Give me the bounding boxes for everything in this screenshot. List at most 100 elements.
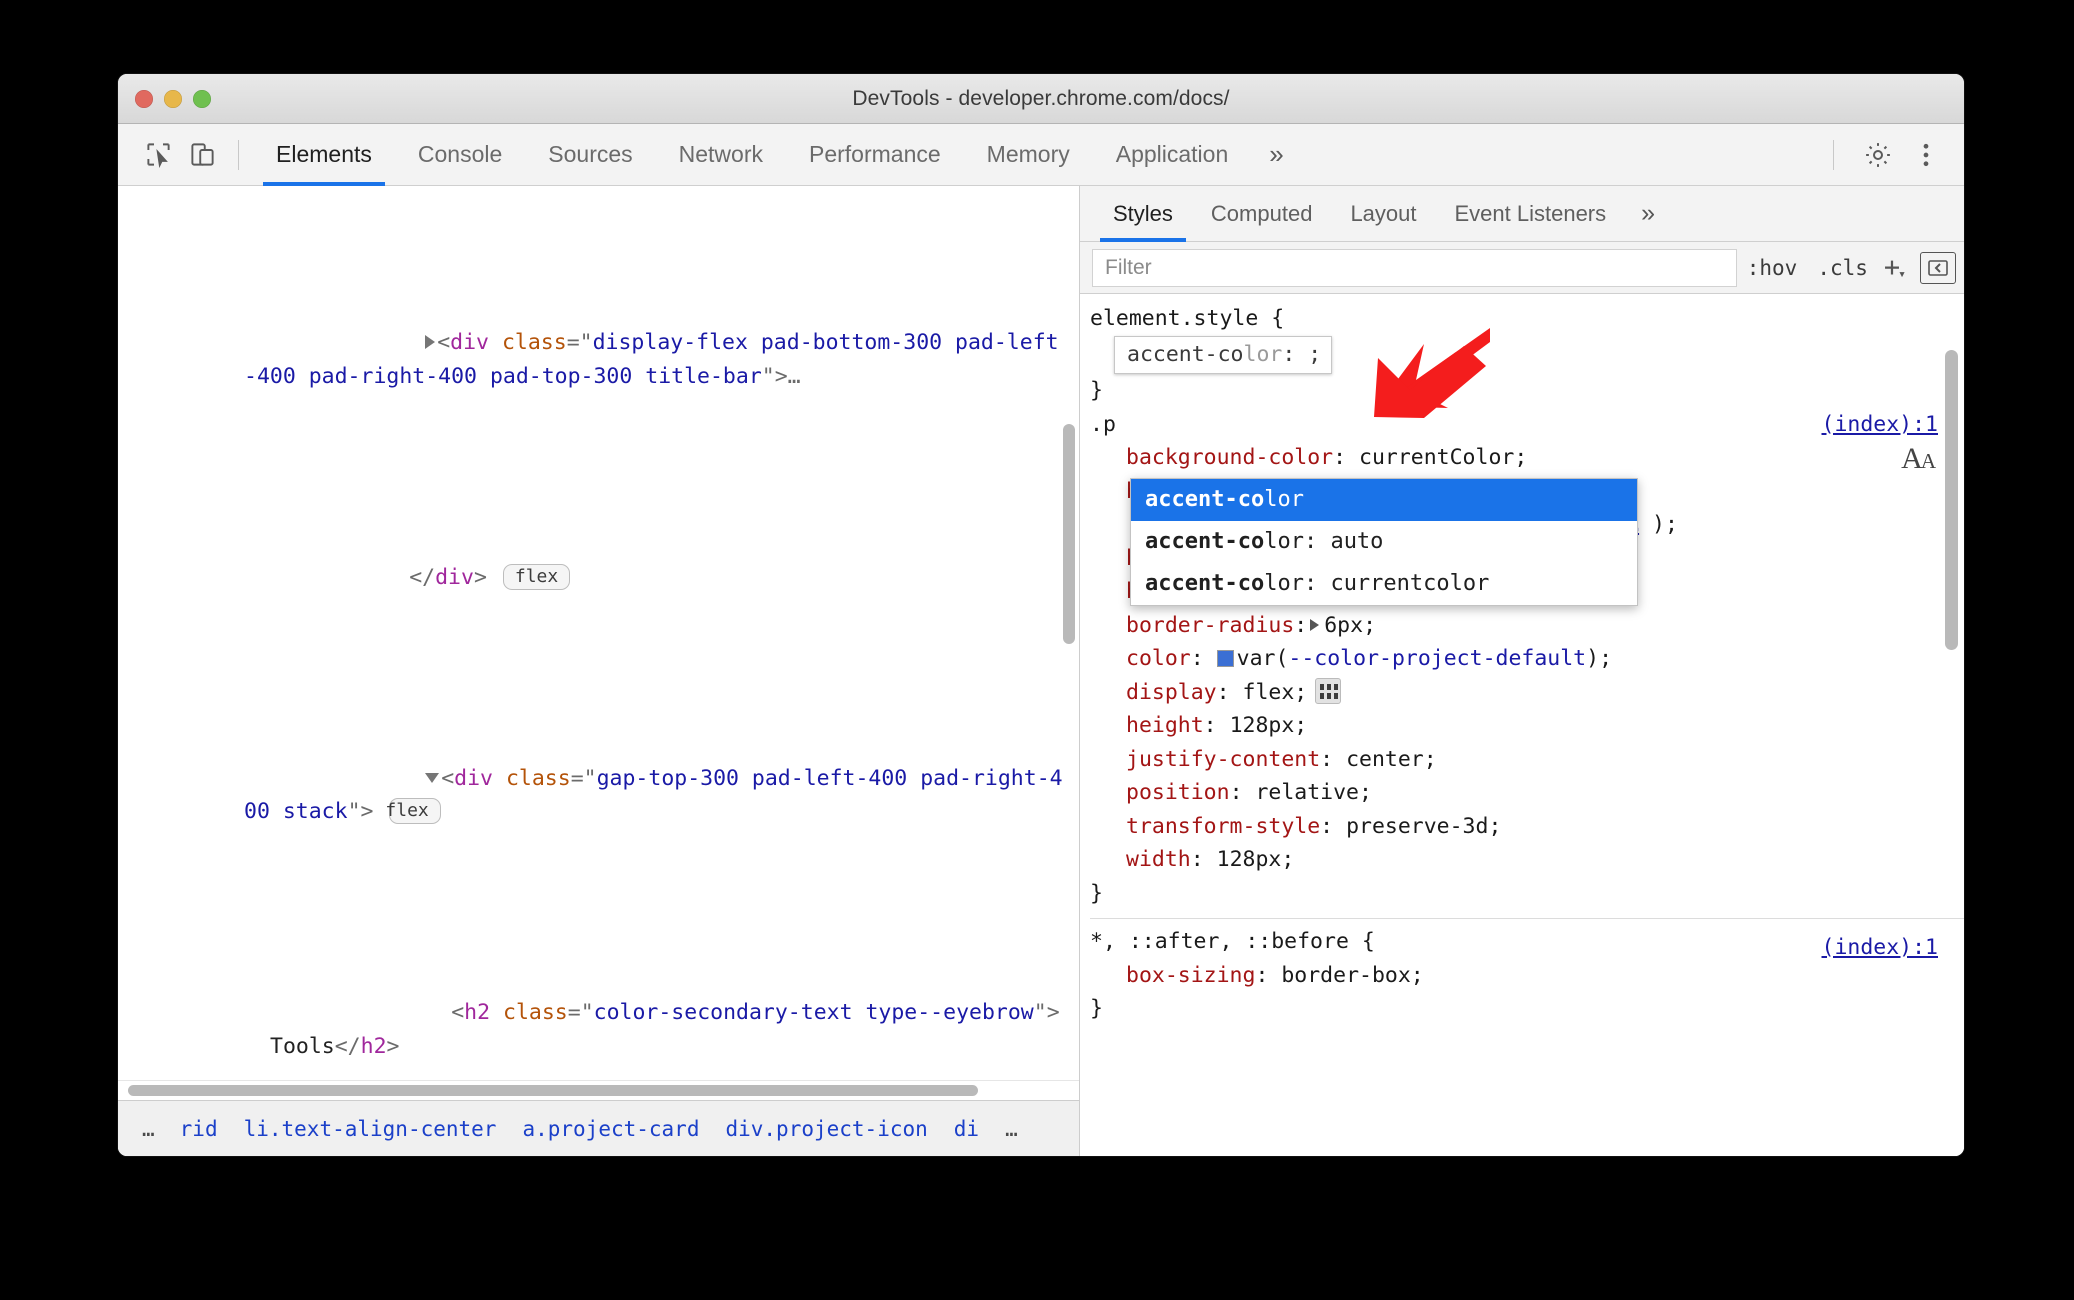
- breadcrumb-item-div-cover[interactable]: di: [941, 1117, 992, 1141]
- tabs-overflow-button[interactable]: »: [1251, 124, 1301, 185]
- style-source-link[interactable]: (index):1: [1822, 931, 1939, 965]
- gear-icon[interactable]: [1854, 131, 1902, 179]
- property-name[interactable]: border-radius: [1126, 613, 1294, 638]
- property-value[interactable]: currentColor: [1359, 445, 1514, 470]
- new-style-rule-button[interactable]: + ▾: [1878, 249, 1914, 287]
- tag-name: h2: [360, 1033, 387, 1059]
- tab-styles[interactable]: Styles: [1094, 186, 1192, 242]
- declaration-display[interactable]: display: flex;: [1090, 676, 1964, 710]
- property-name[interactable]: height: [1126, 713, 1204, 738]
- declaration-position[interactable]: position: relative;: [1090, 776, 1964, 810]
- style-source-link[interactable]: (index):1: [1822, 408, 1939, 442]
- property-value[interactable]: relative: [1255, 780, 1359, 805]
- tab-memory[interactable]: Memory: [964, 124, 1093, 185]
- property-name[interactable]: transform-style: [1126, 814, 1320, 839]
- property-name[interactable]: width: [1126, 847, 1191, 872]
- property-name[interactable]: position: [1126, 780, 1230, 805]
- flex-badge[interactable]: flex: [502, 563, 571, 590]
- property-value[interactable]: 128px: [1217, 847, 1282, 872]
- property-name[interactable]: justify-content: [1126, 747, 1320, 772]
- tab-layout-label: Layout: [1350, 200, 1417, 226]
- minimize-window-button[interactable]: [164, 89, 182, 108]
- collapse-triangle-icon[interactable]: [425, 773, 440, 783]
- property-name[interactable]: background-color: [1126, 445, 1333, 470]
- scrollbar-thumb[interactable]: [128, 1085, 978, 1096]
- tab-styles-label: Styles: [1113, 200, 1173, 226]
- tag-name: h2: [464, 1000, 491, 1025]
- flexbox-editor-icon[interactable]: [1315, 677, 1342, 704]
- declaration-justify-content[interactable]: justify-content: center;: [1090, 743, 1964, 777]
- autocomplete-item-accent-color-currentcolor[interactable]: accent-co lor: currentcolor: [1131, 563, 1637, 605]
- breadcrumb-item-li[interactable]: li.text-align-center: [231, 1117, 510, 1141]
- tab-application[interactable]: Application: [1093, 124, 1252, 185]
- breadcrumb-item-grid[interactable]: rid: [167, 1117, 231, 1141]
- declaration-transform-style[interactable]: transform-style: preserve-3d;: [1090, 810, 1964, 844]
- accent-color-editing-field[interactable]: accent-color: ;: [1114, 335, 1333, 374]
- property-name[interactable]: box-sizing: [1126, 963, 1255, 988]
- tab-event-listeners[interactable]: Event Listeners: [1436, 186, 1626, 241]
- dom-line-close[interactable]: </div> flex: [118, 527, 1079, 628]
- breadcrumb-overflow[interactable]: …: [132, 1117, 167, 1141]
- color-swatch[interactable]: [1216, 650, 1234, 667]
- expand-triangle-icon[interactable]: [425, 334, 436, 349]
- breadcrumb-item-div-project-icon[interactable]: div.project-icon: [712, 1117, 940, 1141]
- property-name[interactable]: display: [1126, 680, 1217, 705]
- hov-button[interactable]: :hov: [1737, 249, 1808, 287]
- css-property-autocomplete[interactable]: accent-co lor accent-co lor: auto accent-c…: [1130, 478, 1638, 606]
- tab-layout[interactable]: Layout: [1331, 186, 1435, 241]
- sidebar-tabs-overflow-button[interactable]: »: [1625, 186, 1671, 241]
- maximize-window-button[interactable]: [193, 89, 211, 108]
- autocomplete-item-accent-color[interactable]: accent-co lor: [1131, 479, 1637, 521]
- property-name[interactable]: color: [1126, 646, 1191, 671]
- property-value[interactable]: flex: [1243, 680, 1295, 705]
- style-rule-header[interactable]: .p (index):1: [1090, 408, 1964, 442]
- styles-content[interactable]: element.style { accent-color: ; } .p (in…: [1080, 294, 1964, 1156]
- declaration-height[interactable]: height: 128px;: [1090, 709, 1964, 743]
- declaration-width[interactable]: width: 128px;: [1090, 843, 1964, 877]
- device-toolbar-icon[interactable]: [180, 133, 224, 177]
- kebab-menu-icon[interactable]: [1902, 131, 1950, 179]
- property-value[interactable]: center: [1346, 747, 1424, 772]
- tag-name: div: [435, 564, 474, 590]
- tab-computed-label: Computed: [1210, 200, 1313, 226]
- declaration-border-radius[interactable]: border-radius: 6px;: [1090, 609, 1964, 643]
- tab-network-label: Network: [678, 141, 763, 167]
- flex-badge[interactable]: flex: [385, 798, 441, 824]
- styles-vertical-scrollbar[interactable]: [1945, 350, 1958, 650]
- styles-filter-bar: Filter :hov .cls + ▾: [1080, 242, 1964, 294]
- dom-line[interactable]: <div class="gap-top-300 pad-left-400 pad…: [118, 728, 1079, 862]
- property-value[interactable]: 6px: [1324, 613, 1363, 638]
- tab-performance[interactable]: Performance: [786, 124, 964, 185]
- tab-elements[interactable]: Elements: [253, 124, 395, 186]
- style-rule-header[interactable]: *, ::after, ::before { (index):1: [1090, 925, 1964, 960]
- inspect-element-icon[interactable]: [136, 133, 180, 177]
- breadcrumb-item-a[interactable]: a.project-card: [509, 1117, 712, 1141]
- style-rule-selector[interactable]: .p: [1090, 412, 1116, 437]
- toggle-sidebar-icon[interactable]: [1920, 251, 1956, 284]
- dom-line[interactable]: <h2 class="color-secondary-text type--ey…: [118, 963, 1079, 1081]
- tab-computed[interactable]: Computed: [1192, 186, 1332, 241]
- tab-sources[interactable]: Sources: [525, 124, 655, 185]
- autocomplete-item-accent-color-auto[interactable]: accent-co lor: auto: [1131, 521, 1637, 563]
- css-variable-name[interactable]: --color-project-default: [1288, 646, 1586, 671]
- dom-tree[interactable]: <div class="display-flex pad-bottom-300 …: [118, 186, 1079, 1080]
- declaration-background-color[interactable]: background-color: currentColor;: [1090, 441, 1964, 475]
- expand-triangle-icon[interactable]: [1310, 618, 1320, 631]
- property-value[interactable]: border-box: [1281, 963, 1410, 988]
- attr-value: gap-top-300 pad-left-400 pad-right-: [596, 765, 1050, 791]
- declaration-color[interactable]: color: var(--color-project-default);: [1090, 642, 1964, 676]
- cls-button[interactable]: .cls: [1807, 249, 1878, 287]
- style-rule-selector[interactable]: *, ::after, ::before {: [1090, 929, 1375, 954]
- font-editor-icon[interactable]: AA: [1901, 442, 1936, 479]
- tab-console[interactable]: Console: [395, 124, 525, 185]
- property-value[interactable]: 128px: [1230, 713, 1295, 738]
- dom-line[interactable]: <div class="display-flex pad-bottom-300 …: [118, 293, 1079, 427]
- close-window-button[interactable]: [135, 89, 153, 108]
- tab-network[interactable]: Network: [656, 124, 786, 185]
- filter-input[interactable]: Filter: [1092, 248, 1737, 287]
- tab-sources-label: Sources: [548, 141, 633, 167]
- property-value[interactable]: preserve-3d: [1346, 814, 1488, 839]
- dom-tree-horizontal-scrollbar[interactable]: [118, 1080, 1079, 1100]
- element-style-selector[interactable]: element.style {: [1090, 302, 1964, 336]
- dom-tree-vertical-scrollbar[interactable]: [1063, 424, 1075, 644]
